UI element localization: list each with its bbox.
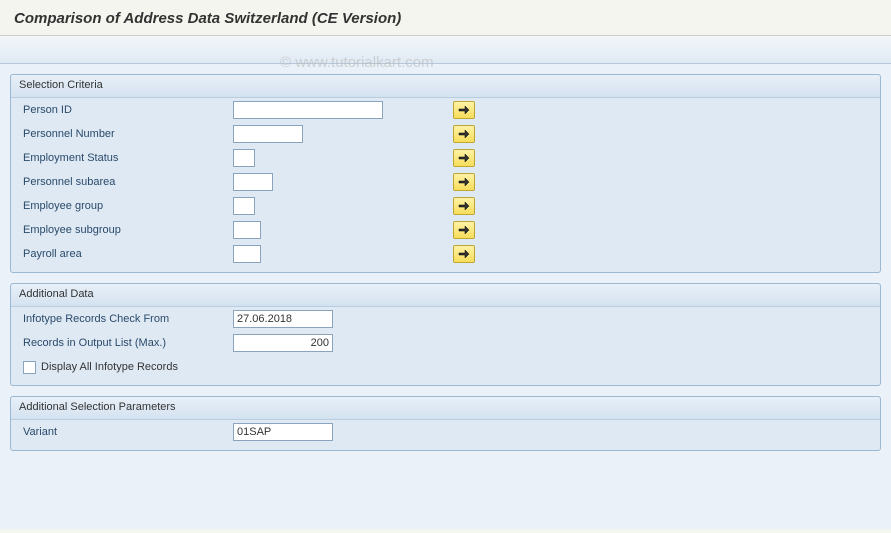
- row-max-records: Records in Output List (Max.): [11, 331, 880, 355]
- multi-select-employee-group[interactable]: [453, 197, 475, 215]
- input-employment-status[interactable]: [233, 149, 255, 167]
- input-personnel-number[interactable]: [233, 125, 303, 143]
- label-variant: Variant: [23, 426, 233, 438]
- page-title: Comparison of Address Data Switzerland (…: [0, 0, 891, 36]
- label-person-id: Person ID: [23, 104, 233, 116]
- row-employee-subgroup: Employee subgroup: [11, 218, 880, 242]
- group-title-additional-params: Additional Selection Parameters: [11, 397, 880, 420]
- toolbar: [0, 36, 891, 64]
- label-payroll-area: Payroll area: [23, 248, 233, 260]
- arrow-right-icon: [458, 129, 470, 139]
- label-employment-status: Employment Status: [23, 152, 233, 164]
- input-personnel-subarea[interactable]: [233, 173, 273, 191]
- row-payroll-area: Payroll area: [11, 242, 880, 266]
- row-person-id: Person ID: [11, 98, 880, 122]
- label-display-all: Display All Infotype Records: [41, 361, 178, 373]
- arrow-right-icon: [458, 225, 470, 235]
- row-display-all: Display All Infotype Records: [11, 355, 880, 379]
- label-check-from: Infotype Records Check From: [23, 313, 233, 325]
- multi-select-payroll-area[interactable]: [453, 245, 475, 263]
- input-person-id[interactable]: [233, 101, 383, 119]
- group-selection-criteria: Selection Criteria Person ID Personnel N…: [10, 74, 881, 273]
- multi-select-personnel-number[interactable]: [453, 125, 475, 143]
- label-max-records: Records in Output List (Max.): [23, 337, 233, 349]
- row-employment-status: Employment Status: [11, 146, 880, 170]
- row-personnel-subarea: Personnel subarea: [11, 170, 880, 194]
- input-payroll-area[interactable]: [233, 245, 261, 263]
- multi-select-person-id[interactable]: [453, 101, 475, 119]
- label-employee-group: Employee group: [23, 200, 233, 212]
- row-personnel-number: Personnel Number: [11, 122, 880, 146]
- content-area: Selection Criteria Person ID Personnel N…: [0, 64, 891, 529]
- group-additional-params: Additional Selection Parameters Variant: [10, 396, 881, 451]
- group-title-additional-data: Additional Data: [11, 284, 880, 307]
- checkbox-display-all[interactable]: [23, 361, 36, 374]
- multi-select-employment-status[interactable]: [453, 149, 475, 167]
- row-check-from: Infotype Records Check From: [11, 307, 880, 331]
- input-employee-group[interactable]: [233, 197, 255, 215]
- label-employee-subgroup: Employee subgroup: [23, 224, 233, 236]
- row-employee-group: Employee group: [11, 194, 880, 218]
- multi-select-employee-subgroup[interactable]: [453, 221, 475, 239]
- input-check-from[interactable]: [233, 310, 333, 328]
- arrow-right-icon: [458, 153, 470, 163]
- arrow-right-icon: [458, 201, 470, 211]
- input-max-records[interactable]: [233, 334, 333, 352]
- input-employee-subgroup[interactable]: [233, 221, 261, 239]
- arrow-right-icon: [458, 177, 470, 187]
- group-title-selection: Selection Criteria: [11, 75, 880, 98]
- group-additional-data: Additional Data Infotype Records Check F…: [10, 283, 881, 386]
- input-variant[interactable]: [233, 423, 333, 441]
- arrow-right-icon: [458, 249, 470, 259]
- label-personnel-number: Personnel Number: [23, 128, 233, 140]
- row-variant: Variant: [11, 420, 880, 444]
- multi-select-personnel-subarea[interactable]: [453, 173, 475, 191]
- arrow-right-icon: [458, 105, 470, 115]
- label-personnel-subarea: Personnel subarea: [23, 176, 233, 188]
